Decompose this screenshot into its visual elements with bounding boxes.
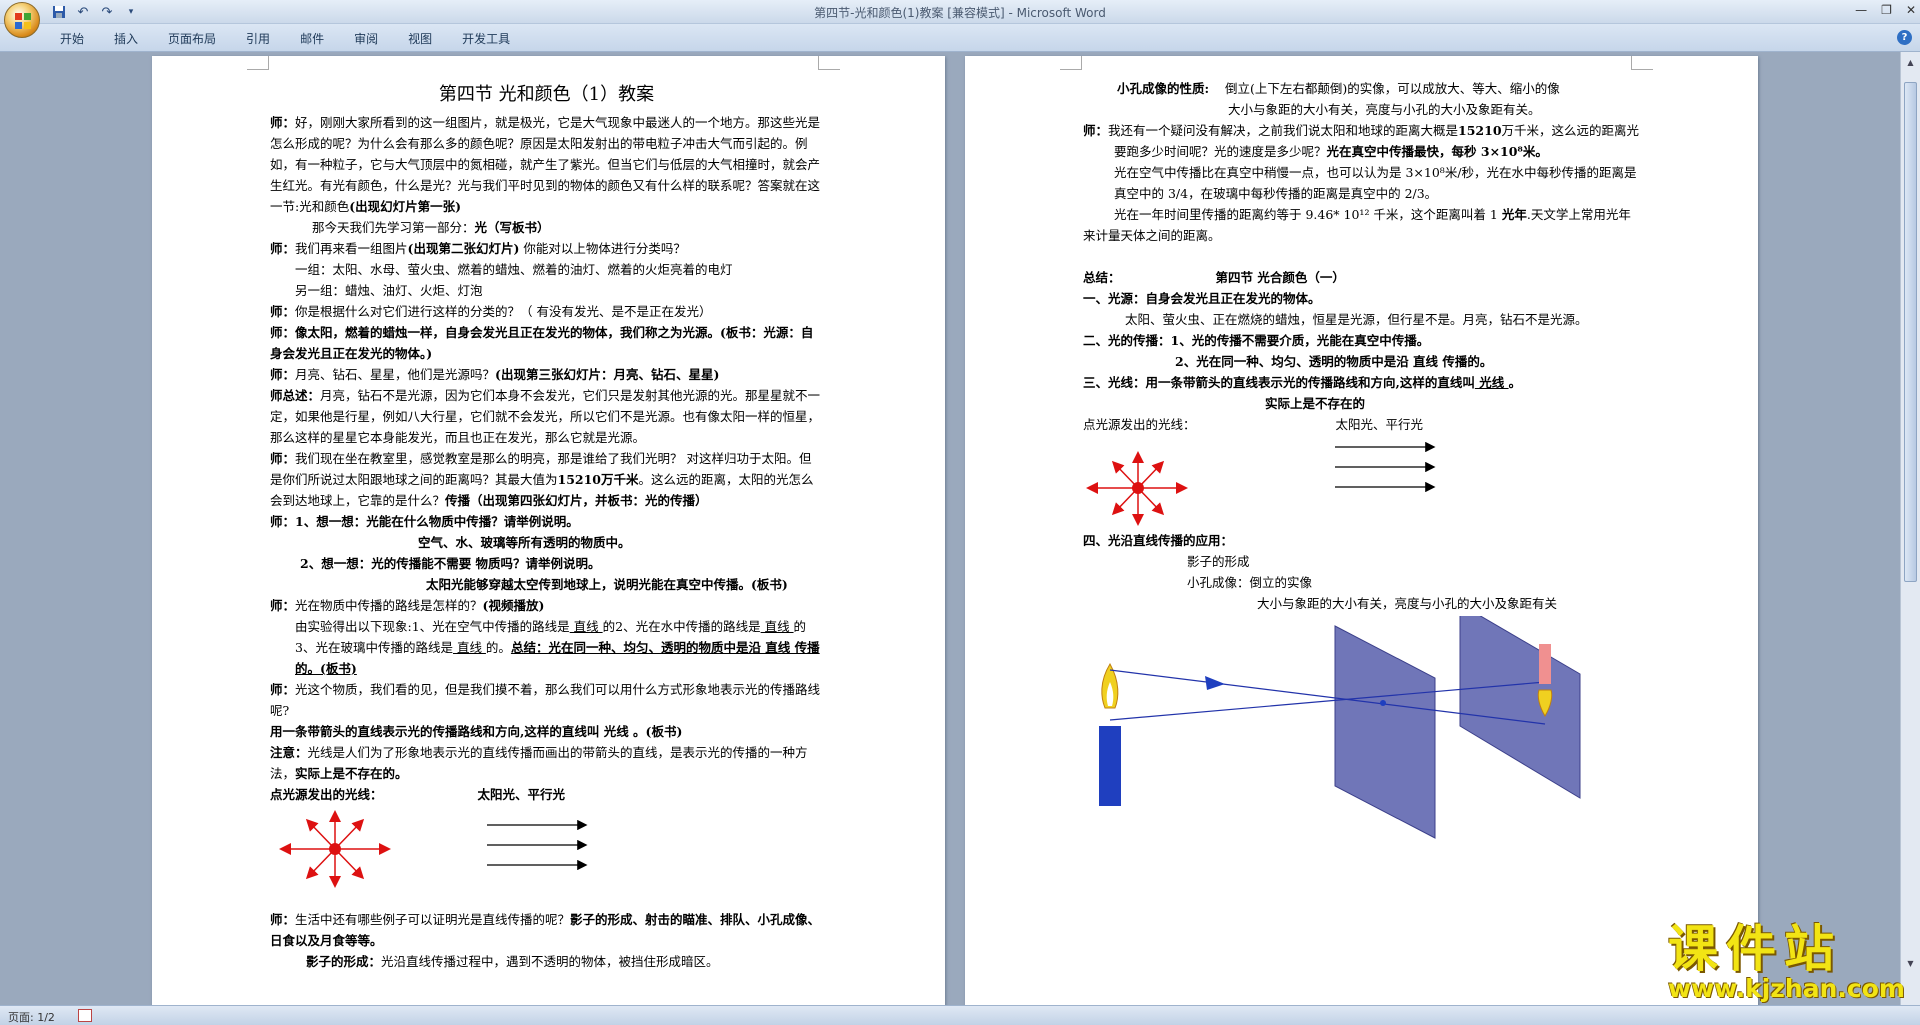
tab-review[interactable]: 审阅 bbox=[354, 30, 378, 47]
page1-text: 第四节 光和颜色（1）教案 师：好，刚刚大家所看到的这一组图片，就是极光，它是大… bbox=[270, 78, 823, 972]
tab-mailings[interactable]: 邮件 bbox=[300, 30, 324, 47]
page-indicator[interactable]: 页面: 1/2 bbox=[8, 1009, 55, 1025]
office-logo-icon bbox=[15, 13, 31, 29]
document-page-1: 第四节 光和颜色（1）教案 师：好，刚刚大家所看到的这一组图片，就是极光，它是大… bbox=[152, 56, 945, 1005]
paragraph: 太阳、萤火虫、正在燃烧的蜡烛，恒星是光源，但行星不是。月亮，钻石不是光源。 bbox=[1125, 312, 1588, 327]
title-bar: ↶ ↷ ▾ 第四节-光和颜色(1)教案 [兼容模式] - Microsoft W… bbox=[0, 0, 1920, 24]
paragraph: 师：你是根据什么对它们进行这样的分类的？（ 有没有发光、是不是正在发光） bbox=[270, 304, 712, 319]
paragraph: 一组：太阳、水母、萤火虫、燃着的蜡烛、燃着的油灯、燃着的火炬亮着的电灯 bbox=[295, 262, 733, 277]
proofing-icon[interactable] bbox=[78, 1009, 92, 1022]
window-title: 第四节-光和颜色(1)教案 [兼容模式] - Microsoft Word bbox=[814, 6, 1106, 20]
document-title: 第四节 光和颜色（1）教案 bbox=[438, 84, 655, 105]
ribbon: 开始 插入 页面布局 引用 邮件 审阅 视图 开发工具 ? bbox=[0, 24, 1920, 52]
paragraph: 用一条带箭头的直线表示光的传播路线和方向,这样的直线叫 光线 。(板书) bbox=[270, 724, 683, 739]
paragraph: 空气、水、玻璃等所有透明的物质中。 bbox=[418, 535, 631, 550]
image-screen bbox=[1459, 616, 1581, 799]
ray-arrow bbox=[1205, 676, 1225, 690]
paragraph: 由实验得出以下现象:1、光在空气中传播的路线是 直线 的2、光在水中传播的路线是… bbox=[295, 619, 820, 676]
candle-body bbox=[1099, 726, 1121, 806]
paragraph: 大小与象距的大小有关，亮度与小孔的大小及象距有关 bbox=[1257, 596, 1558, 611]
paragraph: 四、光沿直线传播的应用： bbox=[1083, 533, 1234, 548]
minimize-icon[interactable]: — bbox=[1855, 3, 1867, 17]
window-controls: — ❐ ✕ bbox=[1855, 3, 1916, 17]
watermark-text: 课件站 bbox=[1668, 919, 1842, 978]
light-rays-figure bbox=[1083, 435, 1643, 530]
scroll-up-icon[interactable]: ▲ bbox=[1904, 56, 1917, 69]
tab-home[interactable]: 开始 bbox=[60, 30, 84, 47]
paragraph bbox=[1083, 246, 1643, 267]
paragraph: 2、想一想：光的传播能不需要 物质吗？请举例说明。 bbox=[300, 556, 601, 571]
paragraph: 那今天我们先学习第一部分：光（写板书） bbox=[312, 220, 550, 235]
vertical-scrollbar[interactable]: ▲ ▼ bbox=[1900, 52, 1920, 1005]
paragraph: 另一组：蜡烛、油灯、火炬、灯泡 bbox=[295, 283, 483, 298]
tab-page-layout[interactable]: 页面布局 bbox=[168, 30, 216, 47]
close-icon[interactable]: ✕ bbox=[1906, 3, 1916, 17]
tab-developer[interactable]: 开发工具 bbox=[462, 30, 510, 47]
paragraph: 师：我还有一个疑问没有解决，之前我们说太阳和地球的距离大概是15210万千米，这… bbox=[1083, 123, 1640, 159]
paragraph: 师：光这个物质，我们看的见，但是我们摸不着，那么我们可以用什么方式形象地表示光的… bbox=[270, 682, 821, 718]
light-rays-figure bbox=[270, 805, 823, 909]
paragraph: 影子的形成 bbox=[1187, 554, 1250, 569]
paragraph: 点光源发出的光线： 太阳光、平行光 bbox=[1083, 417, 1424, 432]
point-source-rays-diagram bbox=[279, 810, 391, 888]
scroll-down-icon[interactable]: ▼ bbox=[1904, 957, 1917, 970]
crop-mark bbox=[818, 56, 840, 70]
ribbon-tabs: 开始 插入 页面布局 引用 邮件 审阅 视图 开发工具 bbox=[60, 30, 510, 47]
tab-references[interactable]: 引用 bbox=[246, 30, 270, 47]
pinhole-screen bbox=[1334, 625, 1436, 839]
paragraph: 师：我们再来看一组图片(出现第二张幻灯片) 你能对以上物体进行分类吗？ bbox=[270, 241, 686, 256]
page2-text: 小孔成像的性质: 倒立(上下左右都颠倒)的实像，可以成放大、等大、缩小的像 大小… bbox=[1083, 78, 1643, 614]
paragraph: 二、光的传播：1、光的传播不需要介质，光能在真空中传播。 bbox=[1083, 333, 1430, 348]
paragraph: 总结： 第四节 光合颜色（一） bbox=[1083, 270, 1345, 285]
paragraph: 师总述：月亮，钻石不是光源，因为它们本身不会发光，它们只是发射其他光源的光。那星… bbox=[270, 388, 821, 445]
help-icon[interactable]: ? bbox=[1897, 30, 1912, 45]
crop-mark bbox=[247, 56, 269, 70]
crop-mark bbox=[1631, 56, 1653, 70]
paragraph: 师：1、想一想：光能在什么物质中传播？请举例说明。 bbox=[270, 514, 579, 529]
scrollbar-thumb[interactable] bbox=[1904, 82, 1917, 582]
paragraph: 光在一年时间里传播的距离约等于 9.46* 10¹² 千米，这个距离叫着 1 光… bbox=[1083, 207, 1631, 243]
paragraph: 师：好，刚刚大家所看到的这一组图片，就是极光，它是大气现象中最迷人的一个地方。那… bbox=[270, 115, 821, 214]
paragraph: 三、光线：用一条带箭头的直线表示光的传播路线和方向,这样的直线叫 光线 。 bbox=[1083, 375, 1522, 390]
image-candle-body bbox=[1539, 644, 1551, 684]
pinhole-camera-diagram bbox=[1099, 616, 1581, 839]
paragraph: 一、光源：自身会发光且正在发光的物体。 bbox=[1083, 291, 1321, 306]
tab-view[interactable]: 视图 bbox=[408, 30, 432, 47]
paragraph: 点光源发出的光线： 太阳光、平行光 bbox=[270, 787, 566, 802]
parallel-rays-diagram bbox=[487, 819, 588, 871]
paragraph: 师：我们现在坐在教室里，感觉教室是那么的明亮，那是谁给了我们光明？ 对这样归功于… bbox=[270, 451, 814, 508]
paragraph: 实际上是不存在的 bbox=[1265, 396, 1366, 411]
status-bar: 页面: 1/2 bbox=[0, 1005, 1920, 1025]
office-button[interactable] bbox=[4, 2, 40, 38]
paragraph: 影子的形成：光沿直线传播过程中，遇到不透明的物体，被挡住形成暗区。 bbox=[306, 954, 719, 969]
paragraph: 2、光在同一种、均匀、透明的物质中是沿 直线 传播的。 bbox=[1175, 354, 1493, 369]
tab-insert[interactable]: 插入 bbox=[114, 30, 138, 47]
document-area: 第四节 光和颜色（1）教案 师：好，刚刚大家所看到的这一组图片，就是极光，它是大… bbox=[0, 52, 1900, 1005]
point-source-rays-diagram bbox=[1086, 451, 1188, 526]
paragraph: 师：生活中还有哪些例子可以证明光是直线传播的呢？影子的形成、射击的瞄准、排队、小… bbox=[270, 912, 821, 948]
paragraph: 师：光在物质中传播的路线是怎样的？(视频播放) bbox=[270, 598, 545, 613]
paragraph: 师：像太阳，燃着的蜡烛一样，自身会发光且正在发光的物体，我们称之为光源。(板书：… bbox=[270, 325, 814, 361]
paragraph: 师：月亮、钻石、星星，他们是光源吗？(出现第三张幻灯片：月亮、钻石、星星) bbox=[270, 367, 720, 382]
paragraph: 光在空气中传播比在真空中稍慢一点，也可以认为是 3×10⁸米/秒，光在水中每秒传… bbox=[1114, 165, 1637, 201]
paragraph: 太阳光能够穿越太空传到地球上，说明光能在真空中传播。(板书) bbox=[426, 577, 788, 592]
paragraph: 小孔成像：倒立的实像 bbox=[1187, 575, 1313, 590]
document-page-2: 小孔成像的性质: 倒立(上下左右都颠倒)的实像，可以成放大、等大、缩小的像 大小… bbox=[965, 56, 1758, 1005]
paragraph: 大小与象距的大小有关，亮度与小孔的大小及象距有关。 bbox=[1228, 102, 1541, 117]
watermark: 课件站 www.kjzhan.com bbox=[1668, 919, 1905, 1003]
paragraph: 注意：光线是人们为了形象地表示光的直线传播而画出的带箭头的直线，是表示光的传播的… bbox=[270, 745, 808, 781]
paragraph: 小孔成像的性质: 倒立(上下左右都颠倒)的实像，可以成放大、等大、缩小的像 bbox=[1117, 81, 1560, 96]
restore-icon[interactable]: ❐ bbox=[1881, 3, 1892, 17]
parallel-rays-diagram bbox=[1335, 441, 1436, 493]
watermark-url: www.kjzhan.com bbox=[1668, 974, 1905, 1003]
pinhole bbox=[1380, 700, 1386, 706]
crop-mark bbox=[1060, 56, 1082, 70]
